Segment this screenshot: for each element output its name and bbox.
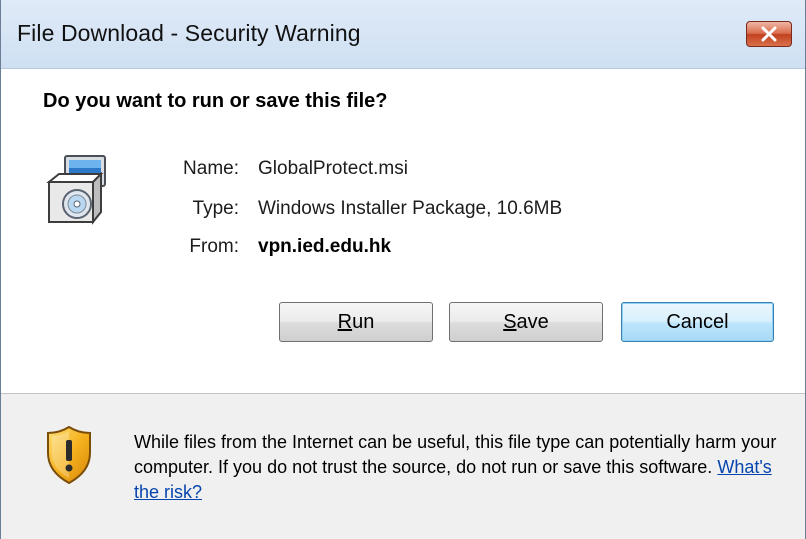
warning-text: While files from the Internet can be use… <box>134 432 777 477</box>
from-label: From: <box>189 236 239 257</box>
save-accelerator: S <box>503 310 517 333</box>
save-button[interactable]: Save <box>449 302 603 342</box>
name-label: Name: <box>183 158 239 179</box>
file-name-value: GlobalProtect.msi <box>258 158 408 179</box>
close-button[interactable] <box>746 21 792 47</box>
file-source-value: vpn.ied.edu.hk <box>258 236 392 257</box>
save-label: ave <box>516 310 549 333</box>
cancel-button[interactable]: Cancel <box>621 302 774 342</box>
file-type-value: Windows Installer Package, 10.6MB <box>258 198 563 219</box>
security-warning-message: While files from the Internet can be use… <box>134 430 794 505</box>
installer-package-icon <box>46 155 106 225</box>
window-title: File Download - Security Warning <box>17 20 361 46</box>
type-label: Type: <box>192 198 239 219</box>
run-label: un <box>352 310 375 333</box>
run-accelerator: R <box>337 310 353 333</box>
title-bar[interactable]: File Download - Security Warning <box>1 0 805 69</box>
run-button[interactable]: Run <box>279 302 433 342</box>
close-icon <box>761 26 777 42</box>
dialog-heading: Do you want to run or save this file? <box>43 90 388 112</box>
security-shield-icon <box>47 425 91 485</box>
security-warning-dialog: File Download - Security Warning Do you … <box>0 0 806 539</box>
